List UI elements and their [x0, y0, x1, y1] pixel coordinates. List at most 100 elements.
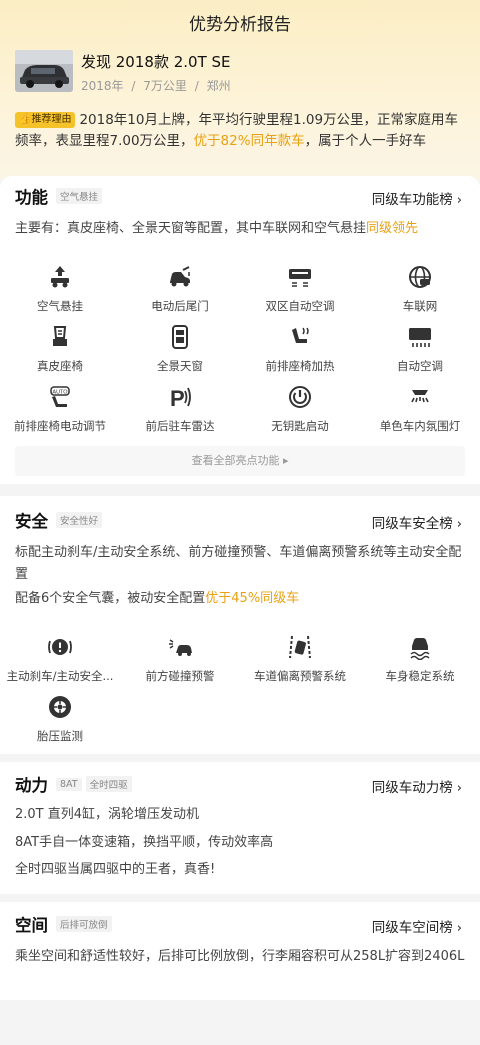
function-tag: 空气悬挂 [56, 188, 103, 204]
car-name: 发现 2018款 2.0T SE [81, 53, 231, 71]
safety-airbag-text: 配备6个安全气囊，被动安全配置 [15, 591, 206, 606]
view-all-features-button[interactable]: 查看全部亮点功能 ▸ [15, 446, 465, 476]
reason-text-end: ，属于个人一手好车 [304, 133, 427, 149]
reason-highlight: 优于82%同年款车 [193, 133, 305, 149]
feature-label: 前方碰撞预警 [145, 669, 215, 683]
space-desc: 乘坐空间和舒适性较好，后排可比例放倒，行李厢容积可从258L扩容到2406L [15, 949, 465, 964]
function-title: 功能 [15, 188, 48, 207]
power-line: 8AT手自一体变速箱，换挡平顺，传动效率高 [15, 835, 274, 850]
feature-item[interactable]: P 前后驻车雷达 [120, 384, 240, 434]
feature-label: 主动刹车/主动安全... [6, 669, 114, 683]
power-card: 动力 8AT 全时四驱 同级车动力榜 › 2.0T 直列4缸，涡轮增压发动机 8A… [0, 762, 480, 894]
feature-item[interactable]: 无钥匙启动 [240, 384, 360, 434]
feature-item[interactable]: 车道偏离预警系统 [240, 634, 360, 684]
svg-text:AUTO: AUTO [52, 390, 68, 396]
power-tag: 8AT [56, 777, 82, 791]
svg-text:P: P [170, 386, 185, 410]
feature-label: 车道偏离预警系统 [254, 669, 346, 683]
connected-car-icon [409, 266, 431, 288]
seat-heating-icon [292, 327, 309, 343]
safety-title: 安全 [15, 512, 48, 531]
feature-label: 全景天窗 [157, 359, 203, 373]
space-header: 空间 后排可放倒 [15, 912, 112, 936]
feature-item[interactable]: 前排座椅加热 [240, 324, 360, 374]
lane-departure-icon [289, 635, 311, 659]
safety-desc: 标配主动刹车/主动安全系统、前方碰撞预警、车道偏离预警系统等主动安全配置 [15, 545, 462, 582]
feature-label: 车身稳定系统 [385, 669, 455, 683]
chevron-right-icon: › [456, 517, 462, 532]
page-title: 优势分析报告 [189, 15, 291, 35]
safety-card: 安全 安全性好 同级车安全榜 › 标配主动刹车/主动安全系统、前方碰撞预警、车道偏… [0, 496, 480, 754]
feature-label: 前后驻车雷达 [145, 419, 215, 433]
space-rank-label: 同级车空间榜 [371, 920, 453, 936]
feature-item[interactable]: 单色车内氛围灯 [360, 384, 480, 434]
feature-item[interactable]: 电动后尾门 [120, 264, 240, 314]
feature-label: 自动空调 [397, 359, 443, 373]
function-desc: 主要有：真皮座椅、全景天窗等配置，其中车联网和空气悬挂同级领先 [15, 218, 465, 240]
feature-label: 电动后尾门 [151, 299, 209, 313]
meta-separator: / [131, 79, 136, 93]
feature-item[interactable]: 主动刹车/主动安全... [0, 634, 120, 684]
function-desc-text: 主要有：真皮座椅、全景天窗等配置，其中车联网和空气悬挂 [15, 221, 367, 236]
feature-item[interactable]: AUTO 前排座椅电动调节 [0, 384, 120, 434]
tire-pressure-icon [49, 696, 71, 718]
feature-label: 胎压监测 [37, 729, 83, 743]
function-rank-link[interactable]: 同级车功能榜 › [372, 188, 462, 208]
safety-tag: 安全性好 [56, 512, 103, 528]
car-meta: 2018年 / 7万公里 / 郑州 [81, 77, 235, 94]
feature-item[interactable]: 前方碰撞预警 [120, 634, 240, 684]
dual-zone-ac-icon [289, 269, 311, 287]
power-seat-icon: AUTO [50, 386, 70, 407]
power-rank-label: 同级车动力榜 [371, 780, 453, 796]
feature-label: 前排座椅电动调节 [14, 419, 106, 433]
space-rank-link[interactable]: 同级车空间榜 › [372, 916, 462, 936]
feature-label: 车联网 [402, 299, 438, 313]
space-tag: 后排可放倒 [56, 916, 112, 932]
function-card: 功能 空气悬挂 同级车功能榜 › 主要有：真皮座椅、全景天窗等配置，其中车联网和空… [0, 176, 480, 484]
collision-warning-icon [169, 639, 192, 656]
feature-item[interactable]: 车身稳定系统 [360, 634, 480, 684]
car-city: 郑州 [206, 79, 231, 93]
keyless-start-icon [289, 386, 311, 408]
power-line: 全时四驱当属四驱中的王者，真香! [15, 862, 216, 877]
power-rank-link[interactable]: 同级车动力榜 › [372, 776, 462, 796]
function-header: 功能 空气悬挂 [15, 184, 103, 208]
leather-seat-icon [53, 326, 67, 346]
feature-item[interactable]: 全景天窗 [120, 324, 240, 374]
car-thumbnail[interactable] [15, 50, 73, 92]
feature-item[interactable]: 车联网 [360, 264, 480, 314]
space-card: 空间 后排可放倒 同级车空间榜 › 乘坐空间和舒适性较好，后排可比例放倒，行李厢容… [0, 902, 480, 1000]
safety-rank-link[interactable]: 同级车安全榜 › [372, 512, 462, 532]
power-tag: 全时四驱 [85, 776, 132, 792]
function-desc-highlight: 同级领先 [366, 221, 419, 236]
safety-airbag-desc: 配备6个安全气囊，被动安全配置优于45%同级车 [15, 588, 465, 610]
power-tailgate-icon [170, 266, 190, 287]
feature-item[interactable]: 自动空调 [360, 324, 480, 374]
safety-airbag-highlight: 优于45%同级车 [205, 591, 300, 606]
feature-label: 单色车内氛围灯 [379, 419, 461, 433]
feature-label: 双区自动空调 [265, 299, 335, 313]
thumbs-up-icon: 👍 [19, 114, 32, 125]
feature-label: 真皮座椅 [37, 359, 83, 373]
air-suspension-icon [51, 266, 69, 288]
feature-item[interactable]: 胎压监测 [0, 694, 120, 744]
auto-ac-icon [409, 328, 431, 347]
feature-item[interactable]: 双区自动空调 [240, 264, 360, 314]
function-rank-label: 同级车功能榜 [371, 192, 453, 208]
safety-rank-label: 同级车安全榜 [371, 516, 453, 532]
car-mileage: 7万公里 [143, 79, 187, 93]
feature-item[interactable]: 空气悬挂 [0, 264, 120, 314]
feature-label: 空气悬挂 [37, 299, 83, 313]
recommend-reason: 👍推荐理由 2018年10月上牌，年平均行驶里程1.09万公里，正常家庭用车频率，… [15, 110, 465, 162]
power-title: 动力 [15, 776, 48, 795]
chevron-right-icon: › [456, 781, 462, 796]
space-title: 空间 [15, 916, 48, 935]
feature-item[interactable]: 真皮座椅 [0, 324, 120, 374]
recommend-badge: 👍推荐理由 [15, 112, 76, 128]
power-header: 动力 8AT 全时四驱 [15, 772, 132, 796]
parking-radar-icon: P [170, 386, 191, 410]
stability-control-icon [410, 638, 430, 660]
feature-label: 前排座椅加热 [265, 359, 335, 373]
feature-label: 无钥匙启动 [271, 419, 329, 433]
recommend-badge-label: 推荐理由 [31, 114, 72, 125]
